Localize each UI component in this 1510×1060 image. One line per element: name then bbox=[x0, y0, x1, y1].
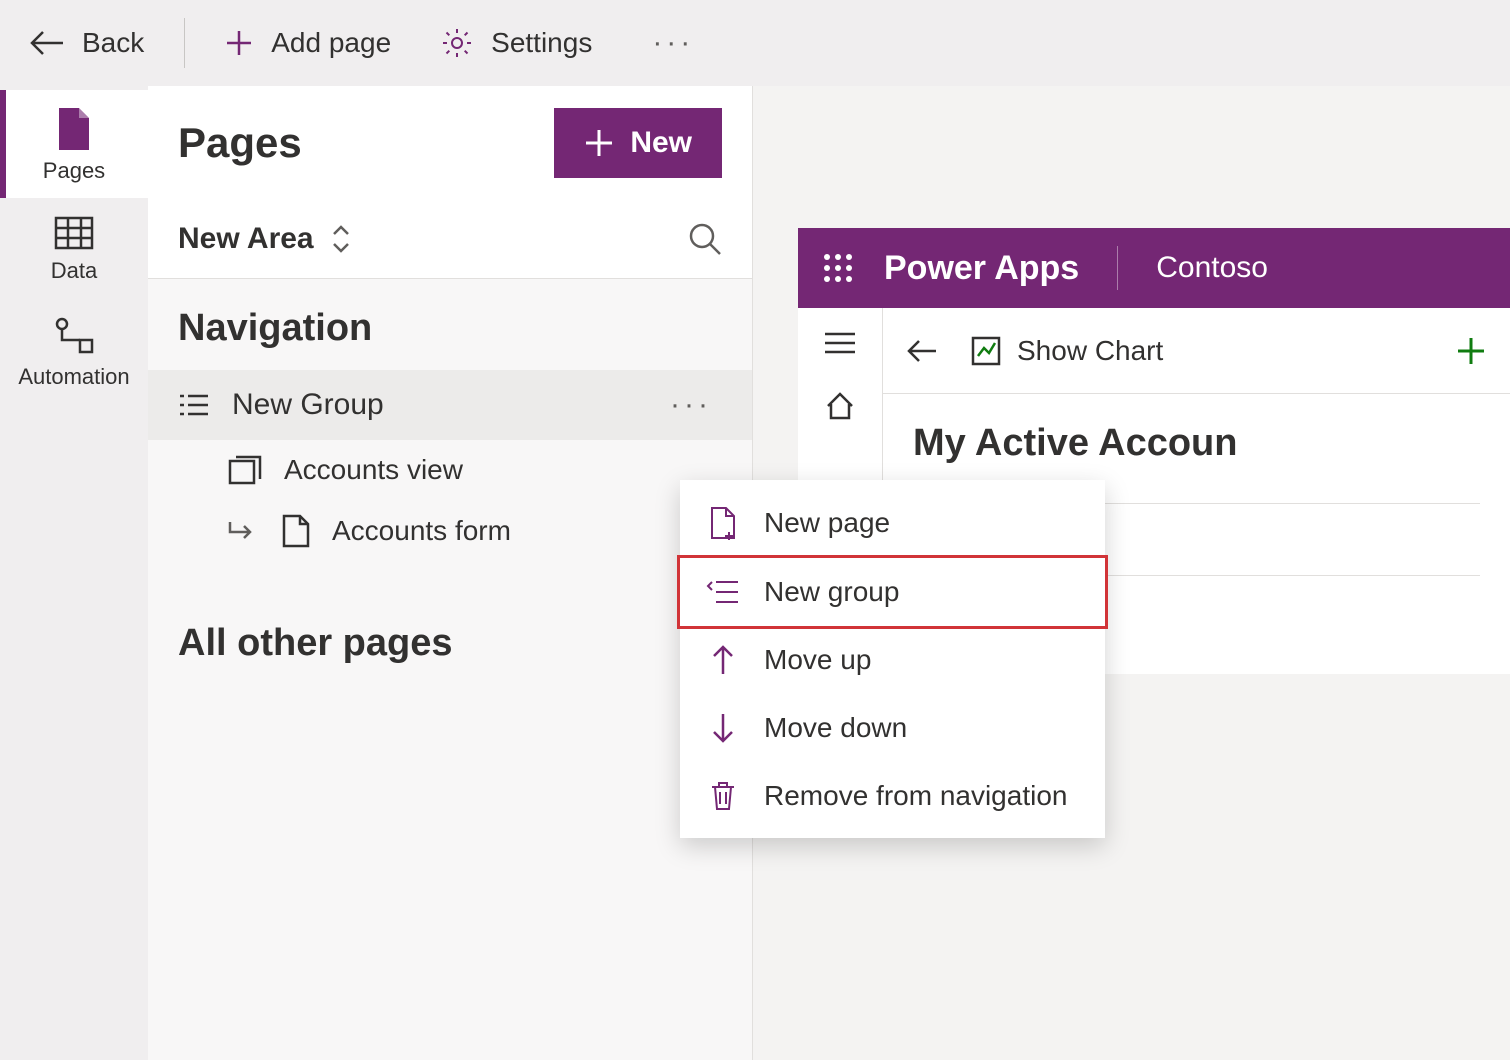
gear-icon bbox=[441, 27, 473, 59]
menu-new-group[interactable]: New group bbox=[677, 555, 1108, 629]
nav-group-label: New Group bbox=[232, 388, 384, 422]
toolbar-divider bbox=[184, 18, 185, 68]
preview-appbar-divider bbox=[1117, 246, 1118, 290]
chart-icon bbox=[971, 336, 1001, 366]
nav-item-label: Accounts form bbox=[332, 515, 511, 547]
flow-icon bbox=[54, 316, 94, 356]
other-pages-title: All other pages bbox=[148, 562, 752, 675]
menu-item-label: New page bbox=[764, 507, 890, 539]
menu-move-up[interactable]: Move up bbox=[680, 626, 1105, 694]
arrow-down-icon bbox=[706, 712, 740, 744]
ellipsis-icon: ··· bbox=[642, 22, 704, 64]
preview-appbar: Power Apps Contoso bbox=[798, 228, 1510, 308]
preview-env: Contoso bbox=[1156, 251, 1268, 285]
subitem-icon bbox=[228, 520, 256, 542]
plus-icon bbox=[225, 29, 253, 57]
chevron-updown-icon bbox=[330, 224, 352, 254]
rail-data[interactable]: Data bbox=[0, 198, 148, 298]
back-label: Back bbox=[82, 27, 144, 59]
add-page-label: Add page bbox=[271, 27, 391, 59]
new-page-icon bbox=[706, 506, 740, 540]
arrow-up-icon bbox=[706, 644, 740, 676]
panel-title: Pages bbox=[178, 119, 302, 167]
menu-item-label: Move down bbox=[764, 712, 907, 744]
hamburger-icon[interactable] bbox=[823, 330, 857, 356]
panel-header: Pages New bbox=[148, 86, 752, 200]
nav-group[interactable]: New Group ··· bbox=[148, 370, 752, 440]
menu-item-label: New group bbox=[764, 576, 899, 608]
plus-icon bbox=[584, 128, 614, 158]
pages-panel: Pages New New Area Navigation bbox=[148, 86, 753, 1060]
search-icon[interactable] bbox=[688, 222, 722, 256]
rail-data-label: Data bbox=[51, 258, 97, 284]
trash-icon bbox=[706, 780, 740, 812]
left-rail: Pages Data Automation bbox=[0, 86, 148, 1060]
nav-item-label: Accounts view bbox=[284, 454, 463, 486]
menu-move-down[interactable]: Move down bbox=[680, 694, 1105, 762]
view-icon bbox=[228, 455, 262, 485]
context-menu: New page New group Move up Move down Rem… bbox=[680, 480, 1105, 838]
preview-commandbar: Show Chart bbox=[883, 308, 1510, 394]
plus-icon[interactable] bbox=[1456, 336, 1486, 366]
new-button[interactable]: New bbox=[554, 108, 722, 178]
menu-new-page[interactable]: New page bbox=[680, 488, 1105, 558]
menu-item-label: Move up bbox=[764, 644, 871, 676]
menu-remove[interactable]: Remove from navigation bbox=[680, 762, 1105, 830]
top-toolbar: Back Add page Settings ··· bbox=[0, 0, 1510, 86]
area-selector[interactable]: New Area bbox=[148, 200, 752, 279]
settings-label: Settings bbox=[491, 27, 592, 59]
list-icon bbox=[178, 392, 210, 418]
rail-pages-label: Pages bbox=[43, 158, 105, 184]
nav-item-accounts-form[interactable]: Accounts form bbox=[148, 500, 752, 562]
nav-group-more[interactable]: ··· bbox=[660, 384, 722, 426]
back-button[interactable]: Back bbox=[20, 19, 154, 67]
navigation-section-title: Navigation bbox=[148, 279, 752, 370]
table-icon bbox=[54, 216, 94, 250]
add-page-button[interactable]: Add page bbox=[215, 19, 401, 67]
area-label: New Area bbox=[178, 222, 314, 256]
rail-automation-label: Automation bbox=[18, 364, 129, 390]
menu-item-label: Remove from navigation bbox=[764, 780, 1067, 812]
rail-pages[interactable]: Pages bbox=[0, 90, 148, 198]
nav-item-accounts-view[interactable]: Accounts view bbox=[148, 440, 752, 500]
page-icon bbox=[57, 108, 91, 150]
rail-automation[interactable]: Automation bbox=[0, 298, 148, 404]
home-icon[interactable] bbox=[824, 390, 856, 422]
show-chart-label: Show Chart bbox=[1017, 335, 1163, 367]
settings-button[interactable]: Settings bbox=[431, 19, 602, 67]
new-group-icon bbox=[706, 578, 740, 606]
new-button-label: New bbox=[630, 126, 692, 160]
toolbar-overflow[interactable]: ··· bbox=[632, 14, 714, 72]
preview-app-name: Power Apps bbox=[884, 249, 1079, 288]
arrow-left-icon[interactable] bbox=[907, 339, 937, 363]
form-icon bbox=[282, 514, 310, 548]
waffle-icon[interactable] bbox=[822, 252, 854, 284]
show-chart-button[interactable]: Show Chart bbox=[971, 335, 1163, 367]
arrow-left-icon bbox=[30, 30, 64, 56]
